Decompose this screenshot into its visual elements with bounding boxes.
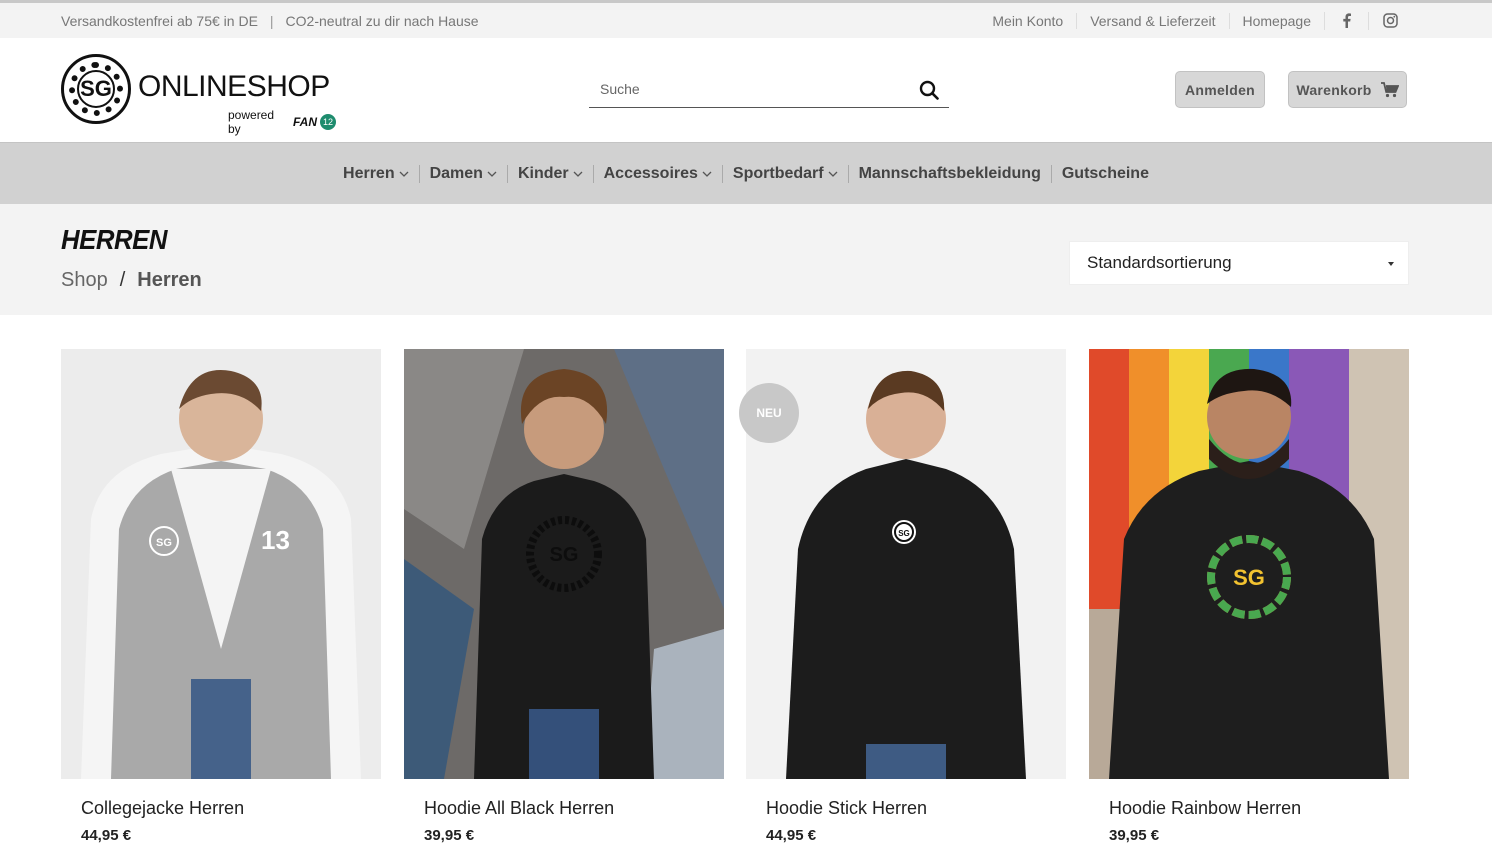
site-logo[interactable]: SG ONLINESHOP powered by FAN 12 <box>61 54 336 136</box>
nav-item-damen[interactable]: Damen <box>418 164 507 183</box>
product-name[interactable]: Hoodie All Black Herren <box>404 798 724 819</box>
sort-select[interactable]: Standardsortierung <box>1069 241 1409 285</box>
breadcrumb: Shop / Herren <box>61 269 202 292</box>
breadcrumb-current: Herren <box>137 269 202 291</box>
search-input[interactable] <box>589 72 909 106</box>
powered-by-label: powered by <box>228 108 275 136</box>
breadcrumb-separator: / <box>119 269 126 291</box>
product-name[interactable]: Hoodie Stick Herren <box>746 798 1066 819</box>
link-versand-lieferzeit[interactable]: Versand & Lieferzeit <box>1076 12 1228 29</box>
breadcrumb-shop[interactable]: Shop <box>61 269 108 292</box>
nav-item-label: Damen <box>429 164 483 182</box>
nav-item-label: Mannschaftsbekleidung <box>858 164 1041 182</box>
nav-item-gutscheine[interactable]: Gutscheine <box>1050 164 1159 183</box>
product-price: 44,95 € <box>766 827 817 844</box>
product-card[interactable]: NEU SG Hoodie Stick Herren 44,95 € <box>739 349 1066 844</box>
caret-down-icon <box>1388 262 1394 266</box>
promo-shipping: Versandkostenfrei ab 75€ in DE <box>61 12 258 29</box>
nav-item-label: Kinder <box>517 164 569 182</box>
sort-selected-value: Standardsortierung <box>1087 253 1232 272</box>
facebook-icon[interactable] <box>1324 11 1368 30</box>
logo-badge-text: SG <box>77 70 115 108</box>
search-icon[interactable] <box>919 80 939 100</box>
login-button[interactable]: Anmelden <box>1175 71 1265 108</box>
promo-divider: | <box>269 12 274 29</box>
cart-icon <box>1380 81 1399 97</box>
chevron-down-icon <box>487 171 497 177</box>
chevron-down-icon <box>573 171 583 177</box>
instagram-icon[interactable] <box>1368 11 1412 30</box>
product-image[interactable]: SG <box>404 349 724 779</box>
promo-strip: Versandkostenfrei ab 75€ in DE | CO2-neu… <box>61 3 479 38</box>
logo-badge: SG <box>61 54 131 124</box>
brand-mark: 12 <box>320 114 336 130</box>
nav-item-accessoires[interactable]: Accessoires <box>592 164 722 183</box>
nav-item-herren[interactable]: Herren <box>333 165 419 183</box>
svg-text:SG: SG <box>550 544 579 566</box>
top-bar: Versandkostenfrei ab 75€ in DE | CO2-neu… <box>0 0 1492 38</box>
product-image[interactable]: SG <box>1089 349 1409 779</box>
chevron-down-icon <box>399 171 409 177</box>
nav-item-label: Accessoires <box>603 164 698 182</box>
svg-text:SG: SG <box>898 529 910 538</box>
category-header: HERREN Shop / Herren Standardsortierung <box>0 204 1492 315</box>
nav-item-label: Gutscheine <box>1061 164 1149 182</box>
product-name[interactable]: Hoodie Rainbow Herren <box>1089 798 1409 819</box>
product-card[interactable]: SG 13 Collegejacke Herren 44,95 € <box>61 349 381 844</box>
product-name[interactable]: Collegejacke Herren <box>61 798 381 819</box>
nav-item-mannschaftsbekleidung[interactable]: Mannschaftsbekleidung <box>847 164 1051 183</box>
product-price: 44,95 € <box>81 827 132 844</box>
svg-text:SG: SG <box>1233 565 1265 590</box>
logo-powered-by: powered by FAN 12 <box>228 108 336 136</box>
chevron-down-icon <box>702 171 712 177</box>
new-badge: NEU <box>739 383 799 443</box>
promo-co2: CO2-neutral zu dir nach Hause <box>285 12 479 29</box>
nav-item-sportbedarf[interactable]: Sportbedarf <box>721 164 848 183</box>
nav-item-label: Herren <box>343 164 395 182</box>
svg-text:SG: SG <box>156 537 172 549</box>
link-homepage[interactable]: Homepage <box>1228 12 1325 29</box>
site-header: SG ONLINESHOP powered by FAN 12 Anmelden… <box>0 38 1492 142</box>
logo-title: ONLINESHOP <box>138 70 330 103</box>
product-price: 39,95 € <box>1109 827 1160 844</box>
top-links: Mein Konto Versand & Lieferzeit Homepage <box>979 3 1412 38</box>
main-navigation: Herren Damen Kinder Accessoires Sportbed… <box>0 142 1492 204</box>
product-price: 39,95 € <box>424 827 475 844</box>
product-image[interactable]: SG 13 <box>61 349 381 779</box>
product-card[interactable]: SG Hoodie All Black Herren 39,95 € <box>404 349 724 844</box>
page-title: HERREN <box>61 224 168 255</box>
search-form <box>589 72 949 108</box>
cart-label: Warenkorb <box>1296 81 1372 98</box>
nav-item-kinder[interactable]: Kinder <box>506 164 593 183</box>
nav-item-label: Sportbedarf <box>732 164 824 182</box>
cart-button[interactable]: Warenkorb <box>1288 71 1407 108</box>
link-mein-konto[interactable]: Mein Konto <box>979 13 1076 29</box>
product-card[interactable]: SG Hoodie Rainbow Herren 39,95 € <box>1089 349 1409 844</box>
brand-name: FAN <box>293 115 318 129</box>
svg-text:13: 13 <box>261 525 290 555</box>
chevron-down-icon <box>828 171 838 177</box>
